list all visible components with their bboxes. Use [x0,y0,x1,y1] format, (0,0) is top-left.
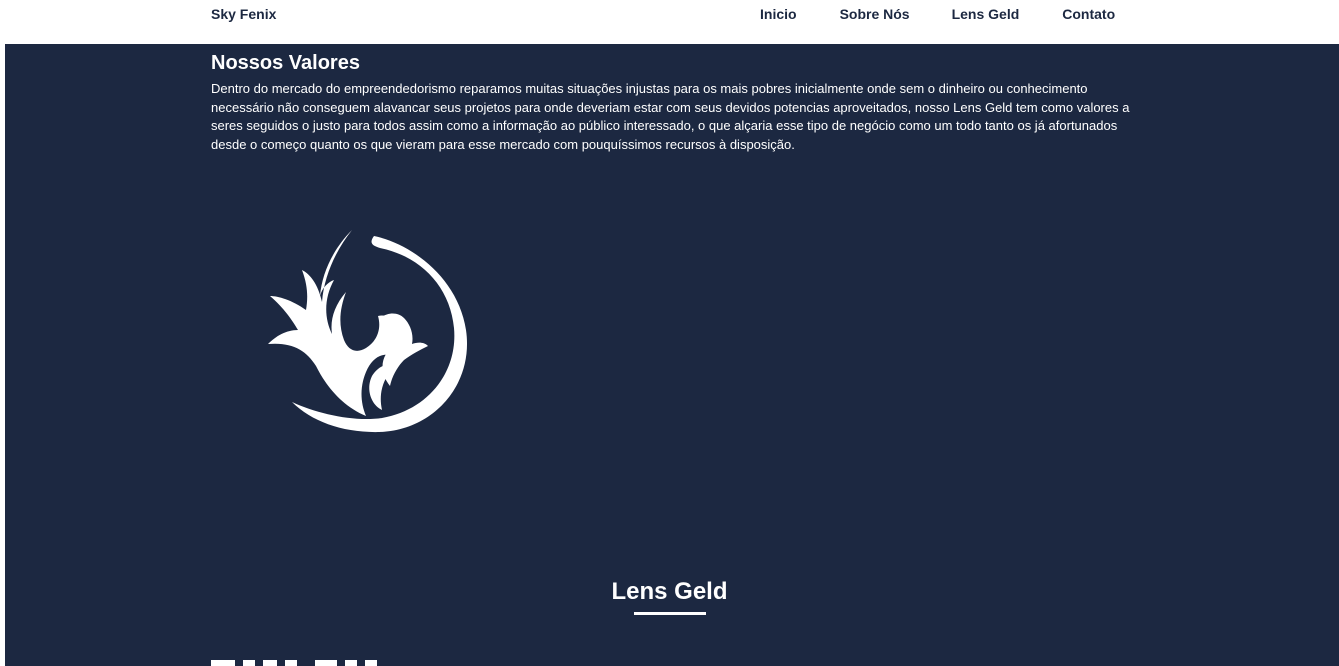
cut-off-content [211,660,377,666]
lens-geld-title: Lens Geld [611,578,728,605]
phoenix-logo-icon [268,230,468,433]
cut-off-glyph [263,660,277,666]
left-gutter [0,0,5,666]
page: Sky Fenix Inicio Sobre Nós Lens Geld Con… [0,0,1339,666]
nav-item-sobre-nos: Sobre Nós [840,6,952,24]
navbar: Sky Fenix Inicio Sobre Nós Lens Geld Con… [0,0,1339,44]
cut-off-glyph [211,660,235,666]
nav-link-lens-geld[interactable]: Lens Geld [952,6,1020,22]
nav-item-contato: Contato [1062,6,1115,24]
values-title: Nossos Valores [211,52,360,74]
cut-off-glyph [365,660,377,666]
nav-links: Inicio Sobre Nós Lens Geld Contato [760,6,1115,24]
nav-item-lens-geld: Lens Geld [952,6,1063,24]
nav-item-inicio: Inicio [760,6,840,24]
cut-off-glyph [345,660,357,666]
lens-geld-section: Lens Geld [0,575,1339,615]
values-section: Nossos Valores Dentro do mercado do empr… [211,50,1136,154]
title-underline [633,612,706,615]
cut-off-glyph [243,660,255,666]
values-text: Dentro do mercado do empreendedorismo re… [211,81,1130,152]
brand-link[interactable]: Sky Fenix [211,6,276,22]
cut-off-glyph [315,660,337,666]
nav-link-contato[interactable]: Contato [1062,6,1115,22]
nav-link-sobre-nos[interactable]: Sobre Nós [840,6,910,22]
nav-link-inicio[interactable]: Inicio [760,6,797,22]
cut-off-glyph [285,660,297,666]
